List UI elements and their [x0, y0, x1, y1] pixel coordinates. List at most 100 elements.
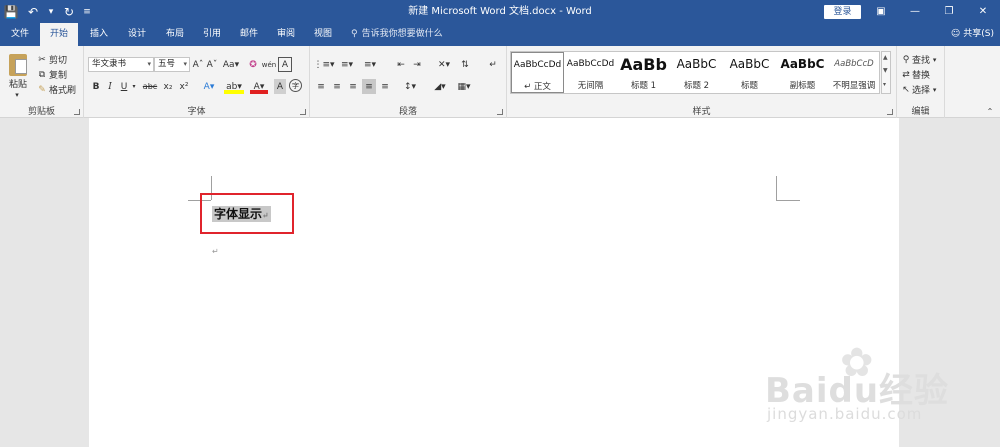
- tab-references[interactable]: 引用: [193, 23, 231, 46]
- select-dropdown-icon: ▾: [932, 85, 937, 94]
- copy-button[interactable]: 复制: [49, 67, 71, 82]
- font-name-value: 华文隶书: [92, 59, 127, 69]
- close-icon[interactable]: ✕: [966, 0, 1000, 23]
- undo-dropdown-icon[interactable]: ▾: [44, 0, 58, 23]
- font-size-select[interactable]: 五号 ▾: [154, 57, 190, 72]
- styles-group-label: 样式: [692, 107, 711, 117]
- style-preview: AaBbCcDd: [566, 59, 615, 69]
- styles-launcher-icon[interactable]: [887, 109, 893, 115]
- style-preview: AaBbCcDd: [513, 60, 562, 70]
- cut-button[interactable]: 剪切: [49, 52, 71, 67]
- phonetic-guide-icon[interactable]: wén: [262, 57, 276, 72]
- character-border-icon[interactable]: A: [278, 57, 292, 72]
- style-heading-1[interactable]: AaBb 标题 1: [617, 52, 670, 93]
- gallery-more-icon[interactable]: ▾: [883, 81, 886, 88]
- style-normal[interactable]: AaBbCcDd ↵ 正文: [511, 52, 564, 93]
- align-left-icon[interactable]: ≡: [314, 79, 328, 94]
- underline-dropdown-icon[interactable]: ▾: [130, 79, 138, 94]
- show-marks-icon[interactable]: ↵: [486, 57, 500, 72]
- undo-icon[interactable]: ↶: [22, 0, 44, 23]
- clear-formatting-icon[interactable]: ✪: [246, 57, 260, 72]
- find-button[interactable]: 查找 ▾: [912, 52, 942, 67]
- scroll-up-icon[interactable]: ▲: [883, 54, 888, 61]
- ribbon-display-options-icon[interactable]: ▣: [864, 0, 898, 23]
- bold-button[interactable]: B: [90, 79, 102, 94]
- style-preview: AaBbC: [780, 57, 825, 71]
- redo-icon[interactable]: ↻: [58, 0, 80, 23]
- styles-gallery-scroll[interactable]: ▲ ▼ ▾: [881, 51, 891, 94]
- chinese-layout-icon[interactable]: ✕▾: [434, 57, 454, 72]
- tab-file[interactable]: 文件: [0, 23, 40, 46]
- restore-icon[interactable]: ❐: [932, 0, 966, 23]
- login-button[interactable]: 登录: [824, 5, 861, 19]
- clipboard-group-label: 剪贴板: [27, 107, 55, 117]
- minimize-icon[interactable]: —: [898, 0, 932, 23]
- align-center-icon[interactable]: ≡: [330, 79, 344, 94]
- share-button[interactable]: ☺ 共享(S): [951, 23, 994, 46]
- align-right-icon[interactable]: ≡: [346, 79, 360, 94]
- increase-indent-icon[interactable]: ⇥: [410, 57, 424, 72]
- shrink-font-icon[interactable]: Aˇ: [206, 57, 218, 72]
- font-group-label: 字体: [187, 107, 206, 117]
- grow-font-icon[interactable]: Aˆ: [192, 57, 204, 72]
- paragraph-mark: ↵: [212, 247, 219, 256]
- distributed-icon[interactable]: ≡: [378, 79, 392, 94]
- strikethrough-button[interactable]: abc: [142, 79, 158, 94]
- decrease-indent-icon[interactable]: ⇤: [394, 57, 408, 72]
- tell-me-box[interactable]: ⚲ 告诉我你想要做什么: [351, 23, 443, 46]
- superscript-button[interactable]: x²: [178, 79, 190, 94]
- justify-icon[interactable]: ≡: [362, 79, 376, 94]
- bullets-icon[interactable]: ⋮≡▾: [313, 57, 334, 72]
- clipboard-group: 粘贴 ▾ ✂ 剪切 ⧉ 复制 ✎ 格式刷 剪贴板: [0, 46, 84, 118]
- multilevel-list-icon[interactable]: ≡▾: [360, 57, 380, 72]
- paragraph-launcher-icon[interactable]: [497, 109, 503, 115]
- tab-layout[interactable]: 布局: [156, 23, 194, 46]
- tab-design[interactable]: 设计: [118, 23, 156, 46]
- underline-button[interactable]: U: [118, 79, 130, 94]
- window-controls: ▣ — ❐ ✕: [864, 0, 1000, 23]
- tab-review[interactable]: 审阅: [267, 23, 305, 46]
- format-painter-icon: ✎: [38, 84, 46, 95]
- line-spacing-icon[interactable]: ↕▾: [400, 79, 420, 94]
- numbering-icon[interactable]: ≡▾: [337, 57, 357, 72]
- paragraph-group-label: 段落: [398, 107, 417, 117]
- select-button[interactable]: 选择 ▾: [912, 82, 942, 97]
- tab-home[interactable]: 开始: [40, 23, 78, 46]
- scroll-down-icon[interactable]: ▼: [883, 67, 888, 74]
- text-effects-icon[interactable]: A▾: [200, 79, 218, 94]
- font-launcher-icon[interactable]: [300, 109, 306, 115]
- enclose-characters-icon[interactable]: 字: [289, 79, 302, 92]
- style-subtle-emphasis[interactable]: AaBbCcD 不明显强调: [829, 52, 879, 93]
- style-title[interactable]: AaBbC 标题: [723, 52, 776, 93]
- select-icon: ↖: [902, 84, 910, 95]
- font-name-select[interactable]: 华文隶书 ▾: [88, 57, 154, 72]
- paste-icon[interactable]: [9, 54, 27, 76]
- clipboard-launcher-icon[interactable]: [74, 109, 80, 115]
- subscript-button[interactable]: x₂: [162, 79, 174, 94]
- style-preview: AaBb: [620, 55, 667, 74]
- character-shading-icon[interactable]: A: [274, 79, 286, 94]
- style-no-spacing[interactable]: AaBbCcDd 无间隔: [564, 52, 617, 93]
- sort-icon[interactable]: ⇅: [458, 57, 472, 72]
- highlight-color-icon[interactable]: ab▾: [224, 79, 244, 94]
- customize-qat-icon[interactable]: ≡: [80, 0, 94, 23]
- collapse-ribbon-icon[interactable]: ⌃: [985, 104, 995, 119]
- change-case-icon[interactable]: Aa▾: [222, 57, 240, 72]
- style-subtitle[interactable]: AaBbC 副标题: [776, 52, 829, 93]
- replace-button[interactable]: 替换: [912, 67, 942, 82]
- chevron-down-icon: ▾: [183, 60, 187, 68]
- save-icon[interactable]: 💾: [0, 0, 22, 23]
- italic-button[interactable]: I: [104, 79, 116, 94]
- font-color-icon[interactable]: A▾: [250, 79, 268, 94]
- style-heading-2[interactable]: AaBbC 标题 2: [670, 52, 723, 93]
- tab-insert[interactable]: 插入: [80, 23, 118, 46]
- tab-mailings[interactable]: 邮件: [230, 23, 268, 46]
- select-label: 选择: [912, 86, 931, 96]
- quick-access-toolbar: 💾 ↶ ▾ ↻ ≡: [0, 0, 94, 23]
- tab-view[interactable]: 视图: [304, 23, 342, 46]
- format-painter-button[interactable]: 格式刷: [49, 82, 79, 97]
- borders-icon[interactable]: ▦▾: [454, 79, 474, 94]
- crop-mark-top-right-v: [776, 176, 777, 200]
- shading-icon[interactable]: ◢▾: [430, 79, 450, 94]
- paste-dropdown-icon[interactable]: ▾: [10, 87, 24, 102]
